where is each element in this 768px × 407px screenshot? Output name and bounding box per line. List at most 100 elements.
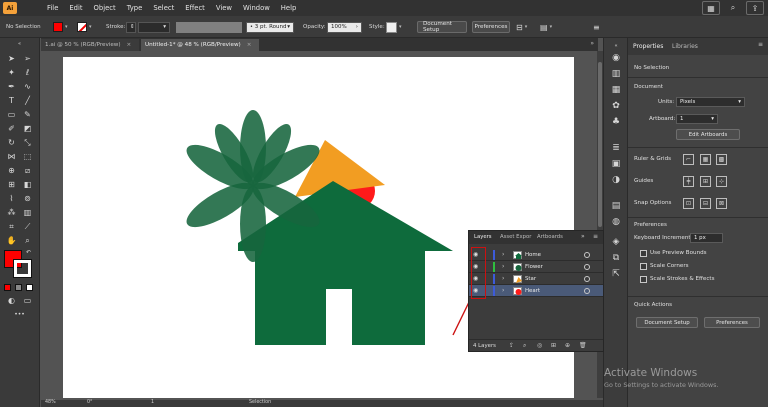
artboards-panel-icon[interactable]: ⧉: [610, 252, 622, 263]
new-layer-icon[interactable]: ⊕: [565, 342, 570, 349]
target-circle-icon[interactable]: [584, 252, 590, 258]
shaper-tool-icon[interactable]: ✐: [6, 124, 17, 133]
free-transform-tool-icon[interactable]: ⬚: [22, 152, 33, 161]
width-tool-icon[interactable]: ⋈: [6, 152, 17, 161]
lock-guides-icon[interactable]: ⊞: [700, 176, 711, 187]
opacity-input[interactable]: 100% ›: [327, 21, 362, 33]
rectangle-tool-icon[interactable]: ▭: [6, 110, 17, 119]
brushes-panel-icon[interactable]: ✿: [610, 100, 622, 111]
stroke-weight-stepper[interactable]: ⇕: [126, 21, 136, 33]
scale-corners-checkbox[interactable]: [640, 263, 647, 270]
panel-menu-icon[interactable]: ≡: [758, 41, 763, 48]
align-icon[interactable]: ⊟: [516, 23, 523, 32]
swap-colors-icon[interactable]: ↶: [23, 248, 34, 257]
graph-tool-icon[interactable]: ▥: [22, 208, 33, 217]
symbol-sprayer-tool-icon[interactable]: ⁂: [6, 208, 17, 217]
none-mode-icon[interactable]: [26, 284, 33, 291]
keyboard-increment-input[interactable]: 1 px: [690, 233, 723, 243]
scale-tool-icon[interactable]: ⤡: [22, 138, 33, 147]
tab-asset-export[interactable]: Asset Expor: [500, 234, 531, 240]
stroke-color-box[interactable]: [13, 259, 32, 278]
graphic-style-swatch[interactable]: [386, 21, 397, 33]
direct-selection-tool-icon[interactable]: ➢: [22, 54, 33, 63]
scale-strokes-checkbox[interactable]: [640, 276, 647, 283]
layer-name[interactable]: Star: [525, 276, 536, 282]
menu-effect[interactable]: Effect: [185, 4, 205, 12]
menu-view[interactable]: View: [216, 4, 232, 12]
locate-object-icon[interactable]: ⌕: [523, 342, 526, 350]
eraser-tool-icon[interactable]: ◩: [22, 124, 33, 133]
smart-guides-icon[interactable]: ⊹: [716, 176, 727, 187]
variable-width-profile[interactable]: [176, 21, 242, 33]
menu-object[interactable]: Object: [94, 4, 116, 12]
gradient-mode-icon[interactable]: [15, 284, 22, 291]
chevron-right-icon[interactable]: ›: [502, 263, 504, 270]
units-select[interactable]: Pixels ▾: [676, 97, 745, 107]
preferences-button[interactable]: Preferences: [472, 21, 510, 33]
layers-panel-icon[interactable]: ◈: [610, 236, 622, 247]
transparency-grid-icon[interactable]: ▩: [716, 154, 727, 165]
edit-toolbar-icon[interactable]: •••: [14, 310, 25, 319]
color-mode-icon[interactable]: [4, 284, 11, 291]
asset-export-icon[interactable]: ⇱: [610, 268, 622, 279]
tab-document-1[interactable]: 1.ai @ 50 % (RGB/Preview) ×: [41, 39, 139, 51]
chevron-right-icon[interactable]: ›: [502, 251, 504, 258]
layer-row[interactable]: ◉ › Flower: [469, 261, 603, 273]
artboard-select[interactable]: 1 ▾: [676, 114, 718, 124]
workspace-grid-icon[interactable]: ▦: [702, 1, 720, 15]
quick-document-setup-button[interactable]: Document Setup: [636, 317, 698, 328]
chevron-down-icon[interactable]: ▾: [399, 24, 402, 30]
stroke-weight-input[interactable]: ▾: [138, 21, 170, 33]
collapse-icon[interactable]: «: [14, 39, 25, 48]
target-circle-icon[interactable]: [584, 276, 590, 282]
zoom-tool-icon[interactable]: ⌕: [22, 236, 33, 245]
collapse-icon[interactable]: «: [610, 40, 622, 51]
collect-export-icon[interactable]: ⇪: [509, 342, 514, 349]
quick-preferences-button[interactable]: Preferences: [704, 317, 760, 328]
curvature-tool-icon[interactable]: ∿: [22, 82, 33, 91]
menu-file[interactable]: File: [47, 4, 58, 12]
stroke-panel-icon[interactable]: ≣: [610, 142, 622, 153]
zoom-level[interactable]: 48%: [45, 400, 56, 405]
scrollbar-thumb[interactable]: [598, 62, 602, 227]
trash-icon[interactable]: 🗑: [579, 342, 587, 349]
rulers-icon[interactable]: ⌐: [683, 154, 694, 165]
panel-menu-icon[interactable]: ≡: [593, 23, 600, 32]
menu-type[interactable]: Type: [127, 4, 143, 12]
chevron-down-icon[interactable]: ▾: [65, 24, 68, 30]
close-icon[interactable]: ×: [127, 42, 132, 48]
layer-name[interactable]: Home: [525, 252, 541, 258]
edit-artboards-button[interactable]: Edit Artboards: [676, 129, 740, 140]
rotation-value[interactable]: 0°: [87, 400, 92, 405]
snap-to-point-icon[interactable]: ⊡: [683, 198, 694, 209]
stroke-swatch[interactable]: [77, 22, 87, 32]
menu-select[interactable]: Select: [153, 4, 174, 12]
menu-edit[interactable]: Edit: [69, 4, 82, 12]
screen-mode-icon[interactable]: ▭: [22, 296, 33, 305]
menu-window[interactable]: Window: [243, 4, 270, 12]
eyedropper-tool-icon[interactable]: ⌇: [6, 194, 17, 203]
chevron-down-icon[interactable]: ▾: [89, 24, 92, 30]
perspective-grid-tool-icon[interactable]: ⧄: [22, 166, 33, 175]
line-tool-icon[interactable]: ╱: [22, 96, 33, 105]
snap-to-pixel-icon[interactable]: ⊟: [700, 198, 711, 209]
tab-artboards[interactable]: Artboards: [537, 234, 563, 240]
artboard-tool-icon[interactable]: ⌗: [6, 222, 17, 231]
target-circle-icon[interactable]: [584, 288, 590, 294]
fill-swatch[interactable]: [53, 22, 63, 32]
color-guide-icon[interactable]: ▥: [610, 68, 622, 79]
brush-definition-select[interactable]: • 3 pt. Round ▾: [246, 21, 294, 33]
paintbrush-tool-icon[interactable]: ✎: [22, 110, 33, 119]
collapse-panels-icon[interactable]: »: [590, 40, 594, 47]
snap-to-glyph-icon[interactable]: ⊠: [716, 198, 727, 209]
tab-layers[interactable]: Layers: [474, 234, 492, 240]
document-setup-button[interactable]: Document Setup: [417, 21, 467, 33]
appearance-panel-icon[interactable]: ▤: [610, 200, 622, 211]
show-guides-icon[interactable]: ╪: [683, 176, 694, 187]
use-preview-bounds-checkbox[interactable]: [640, 250, 647, 257]
tab-libraries[interactable]: Libraries: [672, 43, 698, 50]
color-panel-icon[interactable]: ◉: [610, 52, 622, 63]
mesh-tool-icon[interactable]: ⊞: [6, 180, 17, 189]
gradient-panel-icon[interactable]: ▣: [610, 158, 622, 169]
symbols-panel-icon[interactable]: ♣: [610, 116, 622, 127]
